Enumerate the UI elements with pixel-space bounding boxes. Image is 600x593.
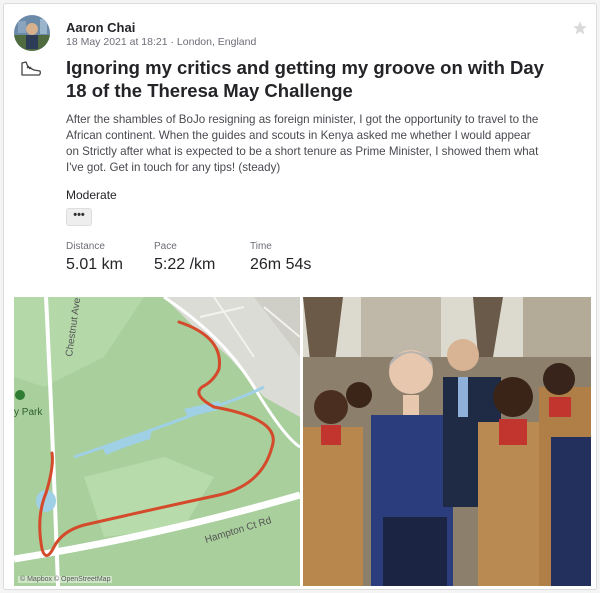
effort-label: Moderate [66,188,117,202]
activity-description: After the shambles of BoJo resigning as … [66,113,539,174]
star-icon[interactable] [572,20,588,36]
stat-label: Pace [154,241,177,252]
map-attribution: © Mapbox © OpenStreetMap [18,576,113,583]
activity-card: Aaron Chai 18 May 2021 at 18:21 · London… [3,3,597,590]
stat-value: 26m 54s [250,256,312,273]
park-label: y Park [14,407,43,418]
activity-photo[interactable] [303,297,591,586]
running-shoe-icon [19,59,43,79]
stat-label: Time [250,241,272,252]
stat-pace: Pace 5:22 /km [154,241,215,274]
stat-value: 5:22 /km [154,256,216,273]
stat-time: Time 26m 54s [250,241,311,274]
athlete-avatar[interactable] [14,15,50,51]
stat-label: Distance [66,241,105,252]
activity-location: London, England [176,36,257,48]
athlete-name-link[interactable]: Aaron Chai [66,20,135,35]
activity-meta: 18 May 2021 at 18:21 · London, England [66,36,256,48]
activity-title[interactable]: Ignoring my critics and getting my groov… [66,56,566,102]
more-options-button[interactable]: ••• [66,208,92,226]
stat-distance: Distance 5.01 km [66,241,123,274]
activity-date: 18 May 2021 at 18:21 [66,36,168,48]
stat-value: 5.01 km [66,256,123,273]
route-map[interactable]: Chestnut Ave Hampton Ct Rd y Park © Mapb… [14,297,300,586]
meta-separator: · [167,36,177,48]
